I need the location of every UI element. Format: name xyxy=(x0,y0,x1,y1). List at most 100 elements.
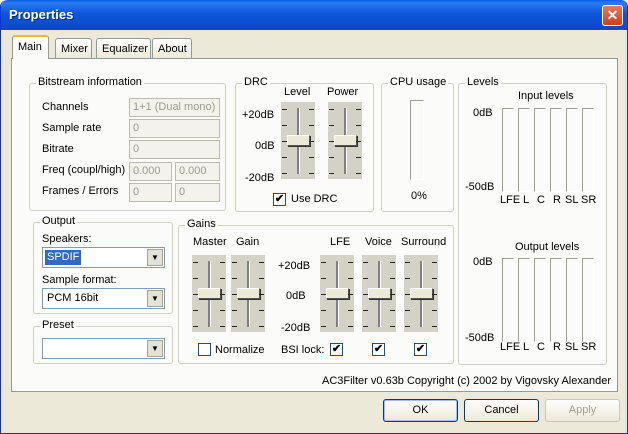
input-top-label: 0dB xyxy=(473,107,493,119)
bsi-lock-surround-checkbox[interactable]: ✔ xyxy=(414,343,427,356)
slider-tick xyxy=(348,310,353,311)
slider-tick xyxy=(348,262,353,263)
apply-button[interactable]: Apply xyxy=(545,399,620,422)
slider-thumb[interactable] xyxy=(287,135,310,146)
tab-equalizer[interactable]: Equalizer xyxy=(96,38,151,58)
output-meter-c xyxy=(534,258,546,342)
bsi-lock-lfe-checkbox[interactable]: ✔ xyxy=(330,343,343,356)
sample-rate-field: 0 xyxy=(129,119,220,138)
slider-thumb[interactable] xyxy=(198,288,221,299)
slider-thumb[interactable] xyxy=(368,288,391,299)
use-drc-checkbox[interactable]: ✔ xyxy=(273,193,286,206)
slider-tick xyxy=(220,262,225,263)
output-channel-sr: SR xyxy=(581,341,597,353)
tab-main[interactable]: Main xyxy=(12,35,49,59)
preset-value xyxy=(45,341,49,356)
tab-about-label: About xyxy=(158,43,187,55)
freq-high-field: 0.000 xyxy=(175,162,220,181)
slider-tick xyxy=(356,141,361,142)
slider-tick xyxy=(363,262,368,263)
slider-tick xyxy=(329,109,334,110)
tab-equalizer-label: Equalizer xyxy=(102,43,148,55)
tab-mixer-label: Mixer xyxy=(61,43,88,55)
chevron-down-icon[interactable]: ▼ xyxy=(147,290,163,307)
slider-tick xyxy=(432,262,437,263)
input-levels-title: Input levels xyxy=(518,90,574,102)
close-button[interactable]: ✕ xyxy=(602,5,623,26)
sample-format-label: Sample format: xyxy=(42,274,117,286)
slider-tick xyxy=(259,294,264,295)
slider-tick xyxy=(348,278,353,279)
preset-select[interactable]: ▼ xyxy=(42,338,165,359)
slider-tick xyxy=(329,125,334,126)
bsi-lock-voice-checkbox[interactable]: ✔ xyxy=(372,343,385,356)
slider-tick xyxy=(405,294,410,295)
output-meter-sl xyxy=(566,258,578,342)
freq-label: Freq (coupl/high) xyxy=(42,164,126,176)
chevron-down-icon[interactable]: ▼ xyxy=(147,340,163,357)
slider-tick xyxy=(259,262,264,263)
errors-field: 0 xyxy=(175,183,220,202)
normalize-label: Normalize xyxy=(215,344,265,356)
slider-thumb[interactable] xyxy=(326,288,349,299)
input-channel-l: L xyxy=(523,194,530,206)
slider-tick xyxy=(356,157,361,158)
properties-dialog: Properties ✕ Main Mixer Equalizer About … xyxy=(0,0,628,434)
slider-tick xyxy=(321,310,326,311)
drc-level-slider[interactable] xyxy=(281,102,315,179)
slider-tick xyxy=(432,310,437,311)
slider-thumb[interactable] xyxy=(334,135,357,146)
voice-slider[interactable] xyxy=(362,255,396,332)
slider-tick xyxy=(309,157,314,158)
output-group-label: Output xyxy=(40,215,78,227)
sample-format-value: PCM 16bit xyxy=(47,292,99,304)
surround-slider[interactable] xyxy=(404,255,438,332)
slider-tick xyxy=(282,157,287,158)
slider-tick xyxy=(259,278,264,279)
slider-tick xyxy=(232,262,237,263)
input-meter-c xyxy=(534,108,546,192)
slider-tick xyxy=(309,125,314,126)
output-bottom-label: -50dB xyxy=(465,332,495,344)
output-channel-r: R xyxy=(553,341,561,353)
title-bar[interactable]: Properties ✕ xyxy=(1,0,627,30)
sample-format-select[interactable]: PCM 16bit ▼ xyxy=(42,288,165,309)
tab-about[interactable]: About xyxy=(152,38,192,58)
slider-thumb[interactable] xyxy=(410,288,433,299)
frames-errors-label: Frames / Errors xyxy=(42,185,119,197)
slider-tick xyxy=(329,173,334,174)
window-title: Properties xyxy=(9,7,74,22)
drc-power-slider[interactable] xyxy=(328,102,362,179)
input-meter-r xyxy=(550,108,562,192)
speakers-select[interactable]: SPDIF ▼ xyxy=(42,247,165,268)
master-slider[interactable] xyxy=(192,255,226,332)
main-tab-panel: Bitstream information Channels 1+1 (Dual… xyxy=(11,58,618,392)
normalize-checkbox[interactable] xyxy=(198,343,211,356)
slider-tick xyxy=(356,109,361,110)
checkmark-icon: ✔ xyxy=(373,343,384,355)
output-channel-lfe: LFE xyxy=(500,341,521,353)
slider-tick xyxy=(348,294,353,295)
output-channel-l: L xyxy=(523,341,530,353)
surround-label: Surround xyxy=(401,236,447,248)
lfe-slider[interactable] xyxy=(320,255,354,332)
slider-tick xyxy=(405,310,410,311)
slider-tick xyxy=(390,310,395,311)
slider-tick xyxy=(232,310,237,311)
chevron-down-icon[interactable]: ▼ xyxy=(147,249,163,266)
cancel-button[interactable]: Cancel xyxy=(464,399,539,422)
output-channel-c: C xyxy=(537,341,545,353)
levels-group-label: Levels xyxy=(465,76,501,88)
tab-mixer[interactable]: Mixer xyxy=(55,38,92,58)
input-bottom-label: -50dB xyxy=(465,181,495,193)
gain-slider[interactable] xyxy=(231,255,265,332)
slider-thumb[interactable] xyxy=(237,288,260,299)
ok-button[interactable]: OK xyxy=(383,399,458,422)
drc-zero-label: 0dB xyxy=(255,140,275,152)
slider-tick xyxy=(321,326,326,327)
gains-zero-label: 0dB xyxy=(286,290,306,302)
output-top-label: 0dB xyxy=(473,256,493,268)
slider-tick xyxy=(432,294,437,295)
slider-tick xyxy=(321,294,326,295)
channels-label: Channels xyxy=(42,101,89,113)
